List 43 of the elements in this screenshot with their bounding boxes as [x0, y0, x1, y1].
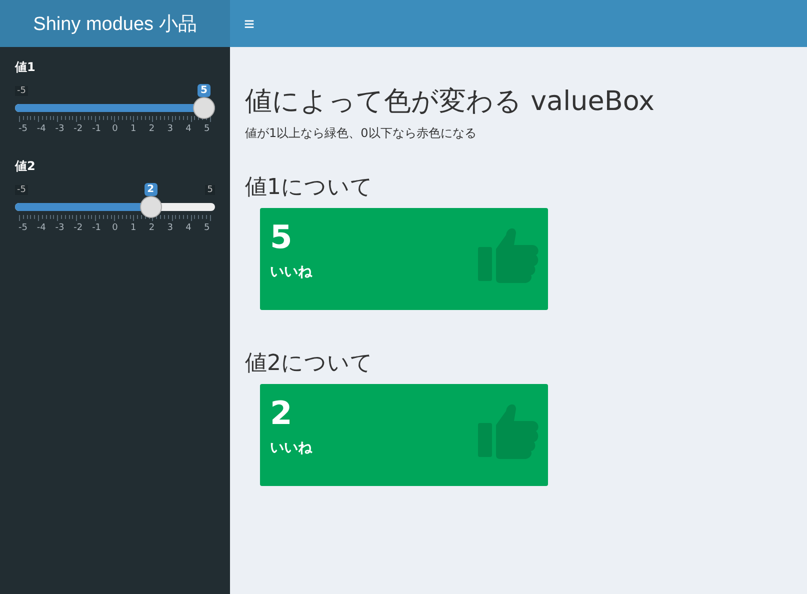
tick-label: 5: [203, 223, 211, 233]
tick-label: 0: [111, 223, 119, 233]
slider-track[interactable]: [15, 196, 215, 218]
tick-label: 3: [166, 223, 174, 233]
section-heading: 値2について: [245, 350, 374, 378]
tick-label: -3: [54, 223, 66, 233]
tick-label: 5: [203, 124, 211, 134]
menu-button[interactable]: ≡: [244, 14, 255, 32]
tick-label: 1: [129, 223, 138, 233]
tick-label: 4: [184, 124, 192, 134]
tick-label: 2: [148, 124, 156, 134]
tick-label: 3: [166, 124, 174, 134]
min-label: -5: [15, 86, 28, 96]
tick-label: -2: [72, 124, 84, 134]
tick-label: -1: [91, 124, 102, 134]
value-bubble: 5: [198, 84, 210, 97]
value-bubble: 2: [144, 183, 158, 196]
box-value: 2: [270, 396, 294, 432]
section-heading: 値1について: [245, 174, 374, 202]
tick-label: -4: [36, 124, 47, 134]
tick-label: 4: [184, 223, 192, 233]
tick-label: 1: [129, 124, 138, 134]
page-title: 値によって色が変わる valueBox: [245, 85, 656, 119]
max-label: 5: [205, 185, 215, 195]
box-subtitle: いいね: [270, 263, 314, 282]
slider-label: 値2: [15, 158, 36, 175]
slider-handle[interactable]: [140, 196, 162, 218]
description: 値が1以上なら緑色、0以下なら赤色になる: [245, 125, 478, 142]
tick-label: -5: [18, 223, 28, 233]
slider-label: 値1: [15, 59, 36, 76]
box-subtitle: いいね: [270, 439, 314, 458]
slider-track[interactable]: [15, 97, 215, 119]
app-title: Shiny modues 小品: [0, 0, 230, 47]
tick-label: -2: [72, 223, 84, 233]
tick-label: -5: [18, 124, 28, 134]
slider-handle[interactable]: [193, 97, 215, 119]
box-value: 5: [270, 220, 294, 256]
min-label: -5: [15, 185, 28, 195]
tick-label: -1: [91, 223, 102, 233]
tick-label: -3: [54, 124, 66, 134]
tick-label: -4: [36, 223, 47, 233]
tick-label: 2: [148, 223, 156, 233]
tick-label: 0: [111, 124, 119, 134]
